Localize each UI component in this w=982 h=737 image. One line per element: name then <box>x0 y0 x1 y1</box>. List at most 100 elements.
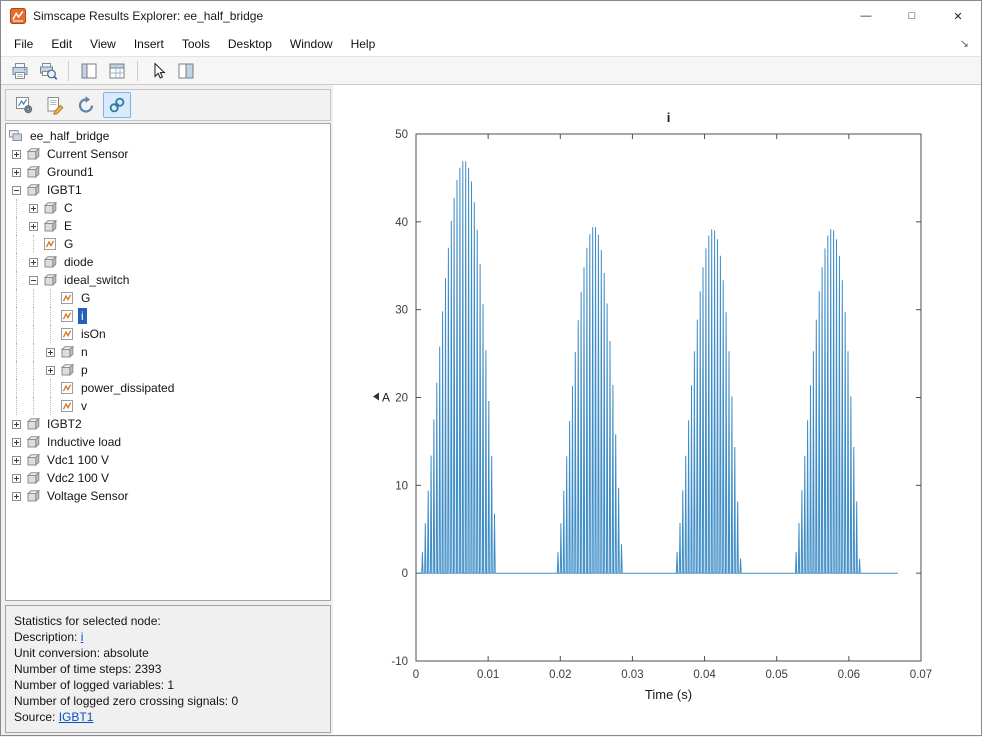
print-button[interactable] <box>7 59 33 83</box>
tree-item-current-sensor[interactable]: Current Sensor <box>6 145 330 163</box>
tree-item-v[interactable]: v <box>6 397 330 415</box>
tree-indent-guide <box>25 397 42 415</box>
minimize-button[interactable]: — <box>843 1 889 31</box>
menu-window[interactable]: Window <box>281 33 342 55</box>
cube-icon <box>25 453 44 467</box>
cube-icon <box>42 219 61 233</box>
expander-minus-icon[interactable] <box>8 181 25 199</box>
tree-item-g[interactable]: G <box>6 235 330 253</box>
expander-plus-icon[interactable] <box>42 343 59 361</box>
expander-plus-icon[interactable] <box>25 199 42 217</box>
signal-icon <box>59 291 78 305</box>
tree-item-label: Vdc2 100 V <box>44 470 112 486</box>
svg-text:0.06: 0.06 <box>838 669 860 681</box>
expander-spacer <box>42 379 59 397</box>
tree-item-ee_half_bridge[interactable]: ee_half_bridge <box>6 127 330 145</box>
cube-icon <box>42 273 61 287</box>
stat-logged-variables-text: Number of logged variables: 1 <box>14 678 174 692</box>
menu-view[interactable]: View <box>81 33 125 55</box>
expander-plus-icon[interactable] <box>8 145 25 163</box>
link-to-model-button[interactable] <box>103 92 131 118</box>
menu-desktop[interactable]: Desktop <box>219 33 281 55</box>
menubar: FileEditViewInsertToolsDesktopWindowHelp… <box>1 31 981 56</box>
tree-indent-guide <box>8 343 25 361</box>
svg-text:0: 0 <box>402 568 408 580</box>
stat-unit-conversion-text: Unit conversion: absolute <box>14 646 149 660</box>
tree-indent-guide <box>8 289 25 307</box>
tree-item-ison[interactable]: isOn <box>6 325 330 343</box>
tree-item-e[interactable]: E <box>6 217 330 235</box>
tree-item-diode[interactable]: diode <box>6 253 330 271</box>
expander-plus-icon[interactable] <box>8 469 25 487</box>
tree-item-igbt1[interactable]: IGBT1 <box>6 181 330 199</box>
plot-canvas[interactable]: 00.010.020.030.040.050.060.07-1001020304… <box>333 85 982 737</box>
reload-data-icon <box>76 95 96 115</box>
signal-icon <box>59 327 78 341</box>
tree-item-power_dissipated[interactable]: power_dissipated <box>6 379 330 397</box>
toggle-tree-panel-button[interactable] <box>76 59 102 83</box>
cube-icon <box>42 201 61 215</box>
tree-item-n[interactable]: n <box>6 343 330 361</box>
expander-plus-icon[interactable] <box>8 415 25 433</box>
stat-zero-crossings-text: Number of logged zero crossing signals: … <box>14 694 238 708</box>
svg-text:30: 30 <box>395 305 408 317</box>
close-button[interactable]: ✕ <box>935 1 981 31</box>
tree-item-label: E <box>61 218 75 234</box>
toggle-statistics-panel-button[interactable] <box>104 59 130 83</box>
expander-minus-icon[interactable] <box>25 271 42 289</box>
expander-plus-icon[interactable] <box>8 451 25 469</box>
tree-item-voltage-sensor[interactable]: Voltage Sensor <box>6 487 330 505</box>
expander-plus-icon[interactable] <box>25 217 42 235</box>
expander-plus-icon[interactable] <box>25 253 42 271</box>
menu-insert[interactable]: Insert <box>125 33 173 55</box>
tree-item-inductive-load[interactable]: Inductive load <box>6 433 330 451</box>
expander-spacer <box>42 397 59 415</box>
export-figure-icon <box>45 95 65 115</box>
tree-indent-guide <box>8 307 25 325</box>
menu-edit[interactable]: Edit <box>42 33 81 55</box>
tree-item-label: diode <box>61 254 96 270</box>
stat-unit-conversion: Unit conversion: absolute <box>14 645 322 661</box>
tree-item-ideal_switch[interactable]: ideal_switch <box>6 271 330 289</box>
plot-options-icon <box>14 95 34 115</box>
stat-source: Source: IGBT1 <box>14 709 322 725</box>
expander-plus-icon[interactable] <box>42 361 59 379</box>
tree-item-vdc2-100-v[interactable]: Vdc2 100 V <box>6 469 330 487</box>
toggle-plot-panel-button[interactable] <box>173 59 199 83</box>
reload-data-button[interactable] <box>72 92 100 118</box>
y-unit-selector[interactable]: A <box>373 391 390 405</box>
stat-link-i[interactable]: i <box>81 630 84 644</box>
pointer-mode-button[interactable] <box>145 59 171 83</box>
menu-tools[interactable]: Tools <box>173 33 219 55</box>
expander-plus-icon[interactable] <box>8 487 25 505</box>
stat-link-igbt1[interactable]: IGBT1 <box>59 710 94 724</box>
export-figure-button[interactable] <box>41 92 69 118</box>
maximize-button[interactable]: □ <box>889 1 935 31</box>
chart-title: i <box>667 110 671 125</box>
menu-file[interactable]: File <box>5 33 42 55</box>
tree-item-igbt2[interactable]: IGBT2 <box>6 415 330 433</box>
svg-text:0: 0 <box>413 669 419 681</box>
expander-plus-icon[interactable] <box>8 433 25 451</box>
tree-item-c[interactable]: C <box>6 199 330 217</box>
expander-plus-icon[interactable] <box>8 163 25 181</box>
print-icon <box>10 61 30 81</box>
cube-icon <box>25 471 44 485</box>
tree-item-label: G <box>78 290 93 306</box>
plot-options-button[interactable] <box>10 92 38 118</box>
svg-text:50: 50 <box>395 129 408 141</box>
tree-item-ground1[interactable]: Ground1 <box>6 163 330 181</box>
tree-item-vdc1-100-v[interactable]: Vdc1 100 V <box>6 451 330 469</box>
tree-item-label: i <box>78 308 87 324</box>
dock-arrow-icon[interactable]: ↘ <box>960 37 969 50</box>
print-preview-button[interactable] <box>35 59 61 83</box>
tree-item-label: C <box>61 200 76 216</box>
tree-item-g[interactable]: G <box>6 289 330 307</box>
cube-icon <box>25 183 44 197</box>
svg-text:20: 20 <box>395 393 408 405</box>
cube-icon <box>59 345 78 359</box>
tree-item-label: Ground1 <box>44 164 97 180</box>
tree-item-i[interactable]: i <box>6 307 330 325</box>
tree-item-p[interactable]: p <box>6 361 330 379</box>
menu-help[interactable]: Help <box>342 33 385 55</box>
